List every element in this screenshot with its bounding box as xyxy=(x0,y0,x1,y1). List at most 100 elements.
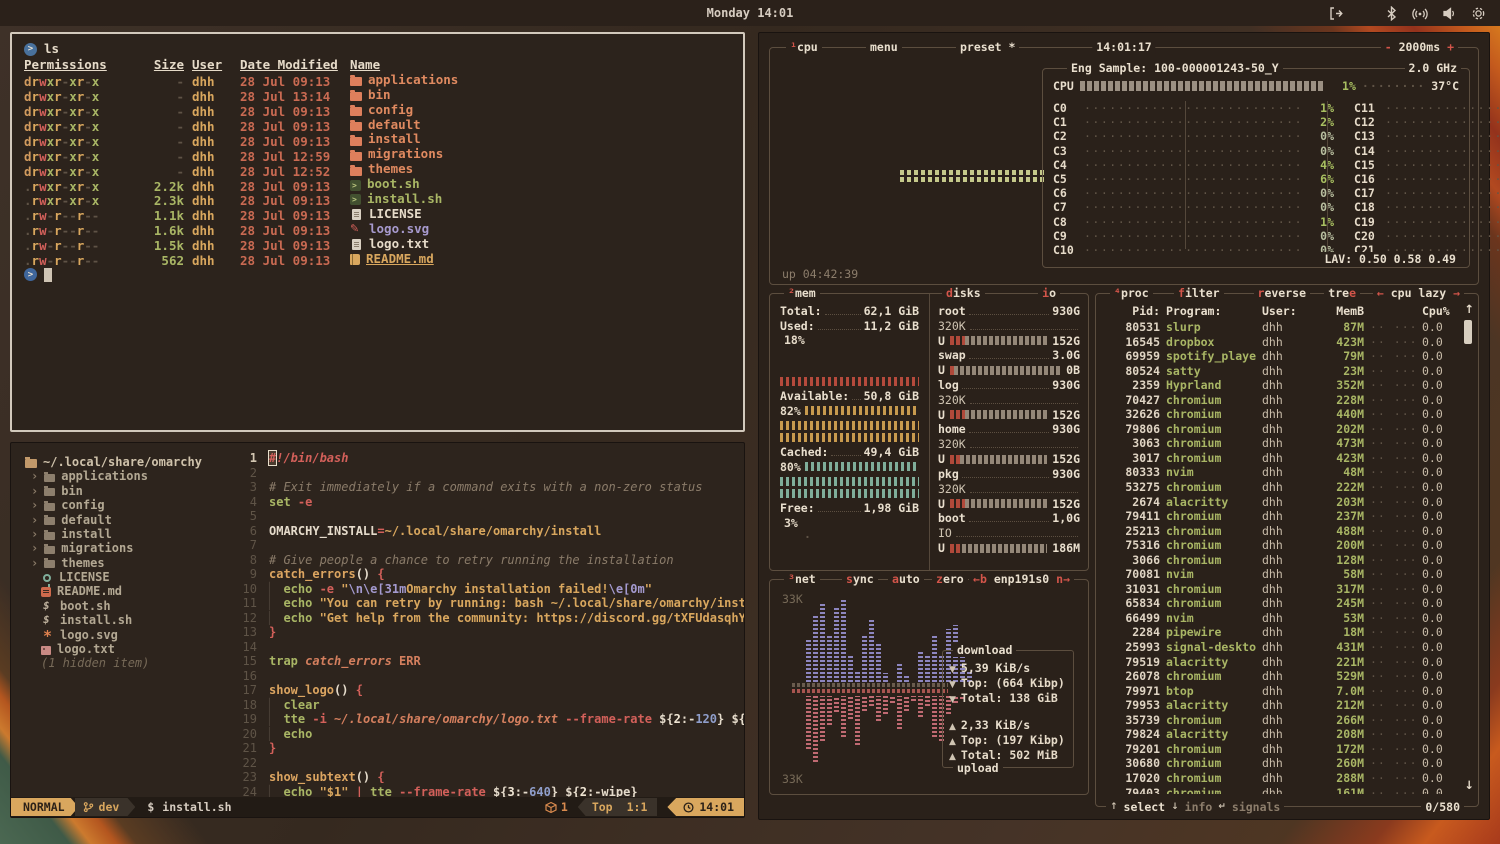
btop-window[interactable]: ¹cpu menu preset * 14:01:17 - 2000ms + u… xyxy=(758,32,1490,820)
cpu-panel-title[interactable]: ¹cpu xyxy=(786,40,822,54)
signals-action[interactable]: signals xyxy=(1232,800,1280,814)
core-graph xyxy=(1385,115,1500,129)
process-row[interactable]: 32626 chromium dhh 440M 0.0 xyxy=(1104,407,1458,422)
process-row[interactable]: 2284 pipewire dhh 18M 0.0 xyxy=(1104,625,1458,640)
line-number: 15 xyxy=(227,654,257,669)
process-row[interactable]: 3063 chromium dhh 473M 0.0 xyxy=(1104,436,1458,451)
proc-panel-title[interactable]: ⁴proc xyxy=(1110,286,1153,300)
proc-reverse-button[interactable]: reverse xyxy=(1254,286,1310,300)
net-panel-title[interactable]: ³net xyxy=(784,572,820,586)
process-row[interactable]: 79201 chromium dhh 172M 0.0 xyxy=(1104,742,1458,757)
file-type-icon xyxy=(350,122,362,131)
net-interface-switcher[interactable]: ←b enp191s0 n→ xyxy=(969,572,1074,586)
io-mode-button[interactable]: io xyxy=(1038,286,1060,300)
process-row[interactable]: 79953 alacritty dhh 212M 0.0 xyxy=(1104,698,1458,713)
upload-arrow-icon: ▲ xyxy=(949,720,956,734)
disk-usage-bar xyxy=(950,544,1047,553)
process-row[interactable]: 79411 chromium dhh 237M 0.0 xyxy=(1104,509,1458,524)
tree-directory[interactable]: applications xyxy=(23,469,227,483)
process-row[interactable]: 79519 alacritty dhh 221M 0.0 xyxy=(1104,655,1458,670)
disks-panel-title[interactable]: disks xyxy=(942,286,985,300)
ls-size: 1.5k xyxy=(140,239,184,254)
process-row[interactable]: 79971 btop dhh 7.0M 0.0 xyxy=(1104,684,1458,699)
process-row[interactable]: 53275 chromium dhh 222M 0.0 xyxy=(1104,480,1458,495)
sort-direction-icon[interactable]: ↑ xyxy=(1464,302,1474,316)
tree-file[interactable]: README.md xyxy=(23,585,227,599)
tree-file[interactable]: LICENSE xyxy=(23,570,227,584)
process-row[interactable]: 30680 chromium dhh 260M 0.0 xyxy=(1104,756,1458,771)
net-auto-button[interactable]: auto xyxy=(888,572,924,586)
cpu-core-row: C14 2% xyxy=(1344,144,1500,158)
proc-filter-button[interactable]: filter xyxy=(1174,286,1224,300)
process-row[interactable]: 25213 chromium dhh 488M 0.0 xyxy=(1104,524,1458,539)
process-row[interactable]: 75316 chromium dhh 200M 0.0 xyxy=(1104,538,1458,553)
core-graph xyxy=(1084,200,1303,214)
process-row[interactable]: 26078 chromium dhh 529M 0.0 xyxy=(1104,669,1458,684)
tree-file[interactable]: boot.sh xyxy=(23,599,227,613)
tree-directory[interactable]: default xyxy=(23,513,227,527)
process-row[interactable]: 2674 alacritty dhh 203M 0.0 xyxy=(1104,495,1458,510)
core-graph xyxy=(1084,243,1303,257)
process-cpu-graph xyxy=(1370,495,1416,509)
net-sync-button[interactable]: sync xyxy=(842,572,878,586)
process-row[interactable]: 80524 satty dhh 23M 0.0 xyxy=(1104,364,1458,379)
ls-date: 28 Jul 09:13 xyxy=(240,135,342,150)
select-action[interactable]: select xyxy=(1124,800,1166,814)
editor-window[interactable]: ~/.local/share/omarchy applications bin xyxy=(10,442,745,818)
proc-scrollbar[interactable] xyxy=(1464,320,1472,780)
terminal-input-line[interactable]: > xyxy=(24,267,731,282)
process-row[interactable]: 66499 nvim dhh 53M 0.0 xyxy=(1104,611,1458,626)
mem-panel-title[interactable]: ²mem xyxy=(784,286,820,300)
process-row[interactable]: 2359 Hyprland dhh 352M 0.0 xyxy=(1104,378,1458,393)
open-folder-icon xyxy=(25,459,37,468)
preset-button[interactable]: preset * xyxy=(956,40,1019,54)
poll-rate-control[interactable]: - 2000ms + xyxy=(1381,40,1458,54)
proc-scrollbar-thumb[interactable] xyxy=(1464,320,1472,344)
process-row[interactable]: 65834 chromium dhh 245M 0.0 xyxy=(1104,596,1458,611)
process-row[interactable]: 80531 slurp dhh 87M 0.0 xyxy=(1104,320,1458,335)
network-icon[interactable] xyxy=(1412,6,1428,21)
logout-icon[interactable] xyxy=(1328,6,1343,21)
volume-icon[interactable] xyxy=(1442,6,1457,21)
process-cpu-graph xyxy=(1370,567,1416,581)
process-list: 80531 slurp dhh 87M 0.0 16545 dropbox dh… xyxy=(1104,320,1458,794)
menu-button[interactable]: menu xyxy=(866,40,902,54)
ls-name: install xyxy=(350,132,731,147)
process-row[interactable]: 69959 spotify_player dhh 79M 0.0 xyxy=(1104,349,1458,364)
mem-used-bar xyxy=(780,377,919,386)
scroll-down-icon[interactable]: ↓ xyxy=(1464,778,1474,792)
process-row[interactable]: 80333 nvim dhh 48M 0.0 xyxy=(1104,465,1458,480)
download-arrow-icon: ▼ xyxy=(949,678,956,692)
proc-tree-button[interactable]: tree xyxy=(1324,286,1360,300)
tree-directory[interactable]: bin xyxy=(23,484,227,498)
file-type-icon xyxy=(350,137,362,146)
terminal-window[interactable]: > ls Permissions Size User Date Modified… xyxy=(10,32,745,432)
tree-root[interactable]: ~/.local/share/omarchy xyxy=(23,455,227,469)
tree-file[interactable]: install.sh xyxy=(23,613,227,627)
process-row[interactable]: 25993 signal-desktop dhh 431M 0.0 xyxy=(1104,640,1458,655)
proc-sort-switcher[interactable]: ← cpu lazy → xyxy=(1373,286,1464,300)
process-row[interactable]: 70427 chromium dhh 228M 0.0 xyxy=(1104,393,1458,408)
process-row[interactable]: 31031 chromium dhh 317M 0.0 xyxy=(1104,582,1458,597)
process-row[interactable]: 79806 chromium dhh 202M 0.0 xyxy=(1104,422,1458,437)
net-zero-button[interactable]: zero xyxy=(932,572,968,586)
process-row[interactable]: 3066 chromium dhh 128M 0.0 xyxy=(1104,553,1458,568)
tree-directory[interactable]: config xyxy=(23,498,227,512)
process-row[interactable]: 79403 chromium dhh 161M 0.0 xyxy=(1104,786,1458,795)
process-row[interactable]: 16545 dropbox dhh 423M 0.0 xyxy=(1104,335,1458,350)
tree-directory[interactable]: themes xyxy=(23,556,227,570)
tree-file[interactable]: logo.svg xyxy=(23,628,227,642)
process-row[interactable]: 70081 nvim dhh 58M 0.0 xyxy=(1104,567,1458,582)
tree-directory[interactable]: migrations xyxy=(23,541,227,555)
chevron-right-icon xyxy=(31,527,38,542)
settings-gear-icon[interactable] xyxy=(1471,6,1486,21)
code-area[interactable]: 1 #!/bin/bash 2 3 # Exit immediately if … xyxy=(227,443,744,797)
bluetooth-icon[interactable] xyxy=(1385,6,1398,21)
process-row[interactable]: 35739 chromium dhh 266M 0.0 xyxy=(1104,713,1458,728)
info-action[interactable]: info xyxy=(1185,800,1213,814)
process-row[interactable]: 3017 chromium dhh 423M 0.0 xyxy=(1104,451,1458,466)
process-row[interactable]: 17020 chromium dhh 288M 0.0 xyxy=(1104,771,1458,786)
tree-file[interactable]: logo.txt xyxy=(23,642,227,656)
tree-directory[interactable]: install xyxy=(23,527,227,541)
process-row[interactable]: 79824 alacritty dhh 208M 0.0 xyxy=(1104,727,1458,742)
